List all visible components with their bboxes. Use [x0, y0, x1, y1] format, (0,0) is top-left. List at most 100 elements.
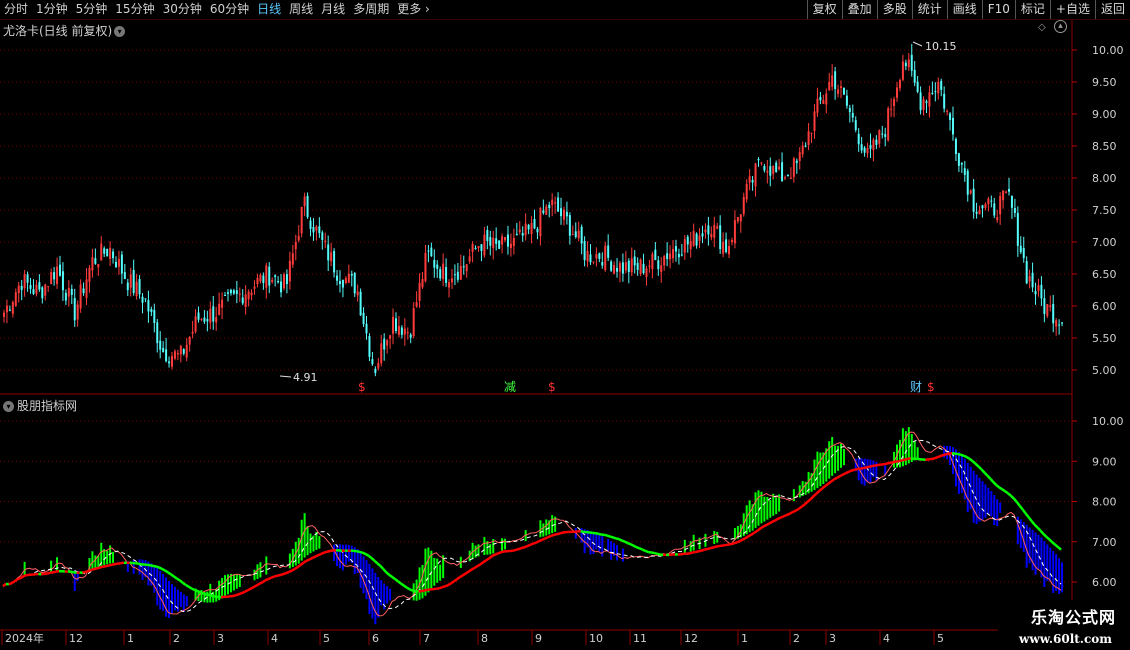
candle-body	[571, 233, 574, 235]
candle-body	[309, 220, 312, 229]
ma-line-long	[299, 561, 305, 566]
ma-line-long	[282, 572, 287, 576]
candle-body	[751, 179, 754, 183]
candle-body	[67, 288, 70, 297]
watermark-title: 乐淘公式网	[1030, 608, 1116, 627]
candle-body	[674, 246, 677, 252]
candle-body	[845, 95, 848, 106]
candle-body	[536, 228, 539, 233]
ma-line-long	[550, 533, 555, 538]
ma-line-long	[745, 535, 750, 540]
ma-line-long	[11, 580, 16, 585]
time-axis-label: 8	[481, 632, 488, 645]
ma-line-long	[869, 464, 873, 468]
candle-body	[940, 80, 943, 90]
ma-line-long	[105, 564, 110, 568]
ma-line-long	[302, 559, 308, 564]
ma-line-long	[158, 566, 163, 571]
candle-body	[450, 278, 453, 283]
indicator-bar	[315, 531, 318, 550]
indicator-bar	[1061, 562, 1064, 593]
candle-body	[533, 218, 536, 229]
candle-body	[580, 226, 583, 244]
ma-line-long	[656, 552, 661, 556]
ma-line-long	[812, 492, 818, 498]
ma-line-long	[753, 529, 759, 534]
price-axis-label: 7.00	[1092, 236, 1117, 249]
ma-line-long	[150, 564, 154, 568]
indicator-bar	[112, 551, 115, 563]
indicator-bar	[595, 532, 598, 550]
ma-line-long	[842, 471, 847, 476]
indicator-bar	[972, 470, 975, 523]
ma-line-long	[680, 552, 685, 556]
candle-body	[97, 264, 100, 268]
indicator-bar	[1034, 532, 1037, 575]
ma-line-long	[1001, 488, 1006, 493]
candle-body	[913, 69, 916, 83]
price-axis-label: 9.50	[1092, 76, 1117, 89]
candle-body	[851, 112, 854, 118]
candle-body	[645, 268, 648, 277]
candle-body	[359, 291, 362, 316]
candle-body	[324, 240, 327, 243]
candle-body	[840, 86, 843, 89]
candle-body	[265, 265, 268, 288]
candle-body	[282, 274, 285, 289]
candle-body	[804, 145, 807, 147]
ma-line-long	[370, 557, 376, 562]
candle-body	[896, 87, 899, 98]
candle-body	[147, 300, 150, 312]
candle-body	[937, 81, 940, 94]
candle-body	[683, 239, 686, 253]
indicator-bar	[182, 594, 185, 612]
candle-body	[607, 245, 610, 258]
ma-line-long	[326, 549, 331, 553]
candle-body	[686, 236, 689, 245]
ma-line-long	[359, 550, 363, 554]
candle-body	[672, 248, 675, 259]
candle-body	[73, 298, 76, 321]
time-axis-label: 2024年	[5, 631, 44, 645]
candle-body	[518, 229, 521, 233]
candle-body	[182, 349, 185, 354]
candle-body	[554, 202, 557, 204]
stock-chart[interactable]: 10.00 9.50 9.00 8.50 8.00 7.50 7.00 6.50 6.00 5.5…	[0, 0, 1130, 650]
ma-line-long	[806, 498, 812, 503]
indicator-bar	[159, 570, 162, 610]
candle-body	[274, 275, 277, 277]
candle-body	[795, 160, 798, 164]
ma-line-long	[803, 500, 809, 506]
ma-line-long	[17, 576, 22, 581]
candle-body	[424, 252, 427, 282]
candle-body	[769, 166, 772, 176]
candle-body	[695, 233, 698, 246]
candle-body	[551, 199, 554, 206]
candle-body	[657, 260, 660, 270]
indicator-bar	[424, 548, 427, 596]
ma-line-long	[886, 461, 891, 465]
candle-body	[459, 265, 462, 280]
ma-line-long	[194, 588, 198, 593]
ma-line-long	[524, 544, 529, 549]
candle-body	[719, 225, 722, 250]
ma-line-long	[960, 453, 965, 457]
ma-line-long	[288, 569, 293, 574]
candle-body	[778, 166, 781, 170]
candle-body	[1008, 188, 1011, 192]
indicator-bar	[141, 559, 144, 580]
candle-body	[949, 113, 952, 120]
candle-body	[1049, 305, 1052, 308]
candle-body	[232, 290, 235, 294]
ma-line-long	[456, 576, 461, 581]
candle-body	[176, 353, 179, 355]
ma-line-long	[836, 475, 841, 479]
candle-body	[439, 269, 442, 279]
time-axis-label: 12	[69, 632, 83, 645]
candle-body	[966, 170, 969, 195]
ma-line-long	[170, 573, 175, 578]
candle-body	[362, 312, 365, 325]
indicator-bar	[365, 560, 368, 600]
candle-body	[595, 254, 598, 259]
candle-body	[725, 239, 728, 252]
